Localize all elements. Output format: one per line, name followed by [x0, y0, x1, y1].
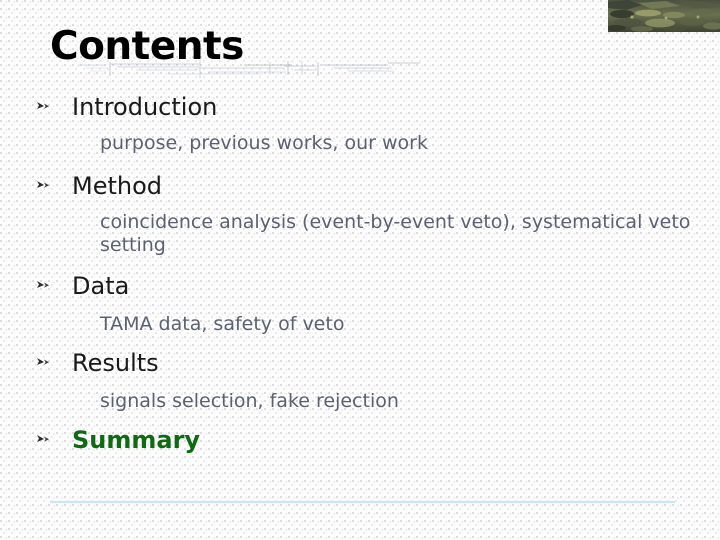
- outline-item-label: Method: [72, 172, 163, 200]
- outline-item-detail: purpose, previous works, our work: [100, 132, 428, 154]
- outline-entry-introduction: Introduction purpose, previous works, ou…: [0, 92, 720, 155]
- outline-entry-results: Results signals selection, fake rejectio…: [0, 348, 720, 413]
- presentation-slide: Contents Introduction purpose, previous …: [0, 0, 720, 540]
- aerial-landscape-photo: [608, 0, 720, 32]
- outline-item-detail: TAMA data, safety of veto: [100, 313, 345, 335]
- arrow-dart-bullet-icon: [36, 434, 50, 446]
- outline-item-level1[interactable]: Method: [0, 171, 720, 201]
- arrow-dart-bullet-icon: [36, 357, 50, 369]
- outline-item-level1[interactable]: Results: [0, 348, 720, 378]
- outline-item-label: Data: [72, 272, 130, 300]
- outline-item-label: Introduction: [72, 93, 218, 121]
- arrow-dart-bullet-icon: [36, 280, 50, 292]
- slide-title: Contents: [50, 24, 244, 69]
- outline-item-detail: coincidence analysis (event-by-event vet…: [100, 211, 691, 256]
- contents-outline: Introduction purpose, previous works, ou…: [0, 92, 720, 455]
- arrow-dart-bullet-icon: [36, 101, 50, 113]
- outline-item-label: Results: [72, 349, 159, 377]
- outline-item-level1[interactable]: Summary: [0, 425, 720, 455]
- footer-divider: [50, 501, 675, 503]
- outline-item-level1[interactable]: Data: [0, 271, 720, 301]
- outline-entry-summary: Summary: [0, 425, 720, 455]
- outline-item-label: Summary: [72, 426, 201, 454]
- arrow-dart-bullet-icon: [36, 180, 50, 192]
- outline-entry-method: Method coincidence analysis (event-by-ev…: [0, 171, 720, 257]
- outline-item-detail: signals selection, fake rejection: [100, 390, 399, 412]
- outline-item-level1[interactable]: Introduction: [0, 92, 720, 122]
- outline-entry-data: Data TAMA data, safety of veto: [0, 271, 720, 336]
